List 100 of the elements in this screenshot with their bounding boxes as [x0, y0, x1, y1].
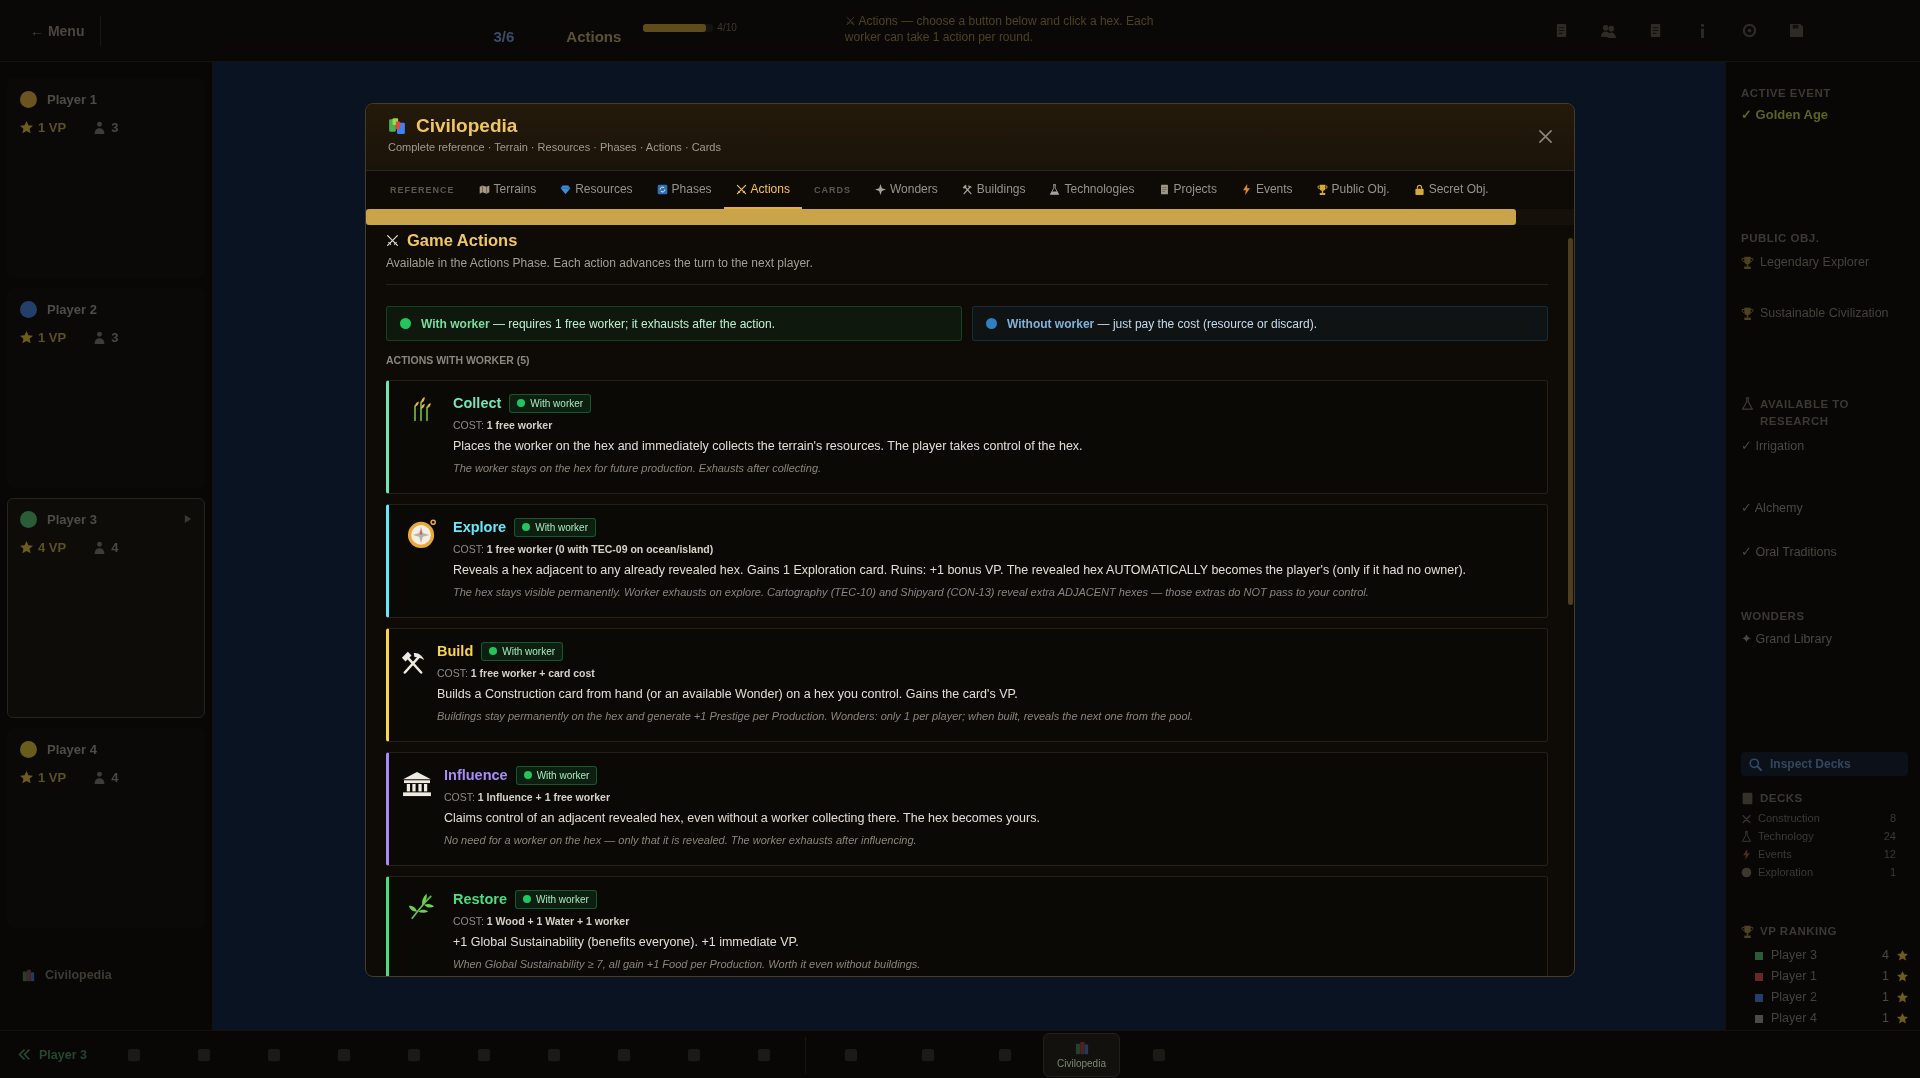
cost-text: COST: 1 free worker + card cost [437, 666, 596, 681]
cost-text: COST: 1 Influence + 1 free worker [444, 790, 612, 805]
star-icon [1897, 992, 1908, 1003]
tab[interactable]: Events [1228, 171, 1305, 209]
player-name: Player 2 [1771, 989, 1818, 1006]
action-note: When Global Sustainability ≥ 7, all gain +1 Food per Production. Worth it even without buildings. [453, 957, 922, 972]
scrollbar-thumb[interactable] [1568, 238, 1573, 605]
flask-icon [1741, 397, 1754, 410]
crossed-swords-icon [386, 233, 399, 247]
compass-icon [406, 519, 436, 548]
cost-text: COST: 1 Wood + 1 Water + 1 worker [453, 914, 631, 929]
dialog-subtitle: Complete reference · Terrain · Resources · Phases · Actions · Cards [388, 140, 722, 155]
gem-icon [560, 183, 572, 195]
action-note: No need for a worker on the hex — only that it is revealed. The worker exhausts after influencing. [444, 833, 918, 848]
cost-text: COST: 1 free worker (0 with TEC-09 on ocean/island) [453, 542, 715, 557]
leaf-icon [407, 893, 435, 920]
technology-name: ✓ Alchemy [1741, 500, 1804, 516]
trophy-icon [1316, 183, 1328, 195]
star-icon [1897, 971, 1908, 982]
star-icon [1897, 1013, 1908, 1024]
map-icon [478, 183, 490, 195]
badge-label: With worker [530, 397, 584, 409]
scrollbar-thumb[interactable] [366, 209, 1516, 225]
player-name: Player 4 [47, 741, 97, 757]
flask-icon [1741, 830, 1752, 842]
action-description: Reveals a hex adjacent to any already revealed hex. Gains 1 Exploration card. Ruins: +1 bonus VP. The revealed hex AUTOMATICALLY becomes the player's (only if it had no owner). [453, 562, 1468, 579]
settings-icon[interactable] [1742, 23, 1757, 38]
current-player: Player 3 [39, 1047, 87, 1062]
player-name: Player 1 [47, 91, 97, 107]
tab[interactable]: Phases [644, 171, 724, 209]
worker-count: 4 [111, 539, 119, 555]
star-icon [20, 770, 33, 784]
event-title: ✓ Golden Age [1741, 107, 1830, 123]
action-description: Builds a Construction card from hand (or an available Wonder) on a hex you control. Gains the card's VP. [437, 686, 1019, 703]
double-arrow-icon [18, 1048, 31, 1061]
dialog-title: Civilopedia [416, 115, 518, 137]
worker-count: 3 [111, 119, 119, 135]
technology-name: ✓ Oral Traditions [1741, 544, 1838, 560]
lock-icon [1413, 183, 1425, 195]
worker-icon [93, 120, 107, 134]
action-note: The worker stays on the hex for future production. Exhausts after collecting. [453, 461, 823, 476]
objective-name: Sustainable Civilization [1760, 305, 1889, 321]
score: 1 [1882, 1010, 1889, 1027]
lightning-icon [1741, 848, 1752, 860]
people-icon[interactable] [1601, 23, 1616, 38]
badge-label: With worker [536, 893, 589, 905]
tab[interactable]: Technologies [1037, 171, 1147, 209]
tab[interactable]: Public Obj. [1304, 171, 1402, 209]
trophy-icon [1741, 255, 1754, 269]
tab[interactable]: Resources [548, 171, 645, 209]
victory-points: 4 VP [38, 539, 67, 555]
document-icon[interactable] [1554, 23, 1569, 38]
star-icon [20, 120, 33, 134]
section-description: Available in the Actions Phase. Each action advances the turn to the next player. [386, 255, 814, 272]
close-icon [1537, 128, 1553, 144]
phase-label: Actions [566, 27, 622, 45]
action-name: Explore [453, 519, 507, 535]
group-label: ACTIONS WITH WORKER (5) [386, 353, 531, 368]
document-icon[interactable] [1648, 23, 1663, 38]
worker-icon [93, 540, 107, 554]
temple-icon [401, 771, 432, 797]
score: 1 [1882, 989, 1889, 1006]
sparkle-icon [874, 183, 886, 195]
score: 1 [1882, 968, 1889, 985]
tab[interactable]: Terrains [466, 171, 549, 209]
cost-text: COST: 1 free worker [453, 418, 554, 433]
search-icon [1749, 757, 1762, 771]
victory-points: 1 VP [38, 329, 67, 345]
save-icon[interactable] [1789, 23, 1804, 38]
action-name: Build [437, 643, 474, 659]
hint-text: ⚔ Actions — choose a button below and click a hex. Each worker can take 1 action per round. [844, 12, 1155, 45]
trophy-icon [1741, 306, 1754, 320]
trophy-icon [1741, 925, 1754, 938]
dot-icon [1741, 866, 1752, 878]
tab[interactable]: Buildings [949, 171, 1038, 209]
worker-count: 3 [111, 329, 119, 345]
worker-icon [93, 770, 107, 784]
player-name: Player 1 [1771, 968, 1818, 985]
tab[interactable]: Wonders [862, 171, 950, 209]
crossed-swords-icon [735, 183, 747, 195]
card-icon [1741, 792, 1754, 805]
tab[interactable]: Projects [1146, 171, 1229, 209]
action-note: Buildings stay permanently on the hex and generate +1 Prestige per Production. Wonders: only 1 per player; when built, reveals the next one from the pool. [437, 709, 1195, 724]
books-icon [22, 968, 35, 982]
books-icon [1074, 1040, 1089, 1055]
toolbar-button[interactable]: Civilopedia [1043, 1032, 1120, 1077]
tab[interactable]: Secret Obj. [1401, 171, 1501, 209]
round-counter: 3/6 [493, 27, 515, 45]
badge-label: With worker [502, 645, 556, 657]
tab-group-label: REFERENCE [389, 184, 456, 197]
player-name: Player 3 [1771, 947, 1818, 964]
action-description: Claims control of an adjacent revealed hex, even without a worker collecting there. The hex becomes yours. [444, 810, 1041, 827]
victory-points: 1 VP [38, 769, 67, 785]
badge-label: With worker [536, 769, 590, 781]
wonder-name: ✦ Grand Library [1741, 631, 1833, 647]
objective-name: Legendary Explorer [1760, 254, 1870, 270]
hammer-pick-icon [401, 651, 425, 674]
triangle-icon [184, 514, 192, 524]
close-button[interactable] [1536, 127, 1554, 145]
tab-group-label: CARDS [812, 184, 852, 197]
